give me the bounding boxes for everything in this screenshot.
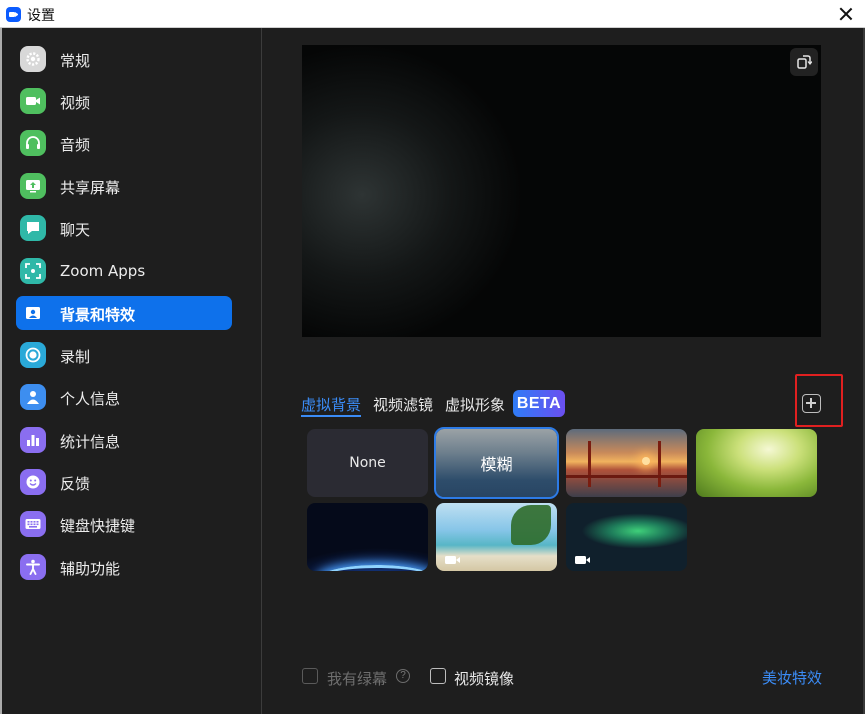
sidebar-item-label: 音频 xyxy=(60,136,91,154)
record-icon xyxy=(20,342,46,368)
sidebar-item-audio[interactable]: 音频 xyxy=(16,126,232,160)
sidebar-item-accessibility[interactable]: 辅助功能 xyxy=(16,550,232,584)
gear-icon xyxy=(20,46,46,72)
background-grass[interactable] xyxy=(696,429,817,497)
apps-icon xyxy=(20,258,46,284)
bridge-tower xyxy=(588,441,591,487)
accessibility-icon xyxy=(20,554,46,580)
sidebar-item-background-effects[interactable]: 背景和特效 xyxy=(16,296,232,330)
sidebar-item-feedback[interactable]: 反馈 xyxy=(16,465,232,499)
sidebar-item-label: 个人信息 xyxy=(60,390,121,408)
active-tab-indicator xyxy=(301,415,361,417)
video-icon xyxy=(575,556,590,564)
rotate-camera-button[interactable] xyxy=(790,48,818,76)
background-person-icon xyxy=(20,300,46,326)
video-icon xyxy=(445,556,460,564)
sidebar-item-share-screen[interactable]: 共享屏幕 xyxy=(16,169,232,203)
sidebar-item-zoom-apps[interactable]: Zoom Apps xyxy=(16,254,232,288)
keyboard-icon xyxy=(20,511,46,537)
sun-shape xyxy=(642,457,650,465)
background-earth-from-space[interactable] xyxy=(307,503,428,571)
sidebar-item-video[interactable]: 视频 xyxy=(16,84,232,118)
headphones-icon xyxy=(20,130,46,156)
sidebar-item-label: 共享屏幕 xyxy=(60,179,121,197)
tab-video-filters[interactable]: 视频滤镜 xyxy=(373,394,433,415)
sidebar-item-label: 常规 xyxy=(60,52,91,70)
video-camera-icon xyxy=(20,88,46,114)
sidebar-item-label: 统计信息 xyxy=(60,433,121,451)
sidebar-item-label: 视频 xyxy=(60,94,91,112)
background-golden-gate-bridge[interactable] xyxy=(566,429,687,497)
beauty-effects-link[interactable]: 美妆特效 xyxy=(762,667,822,688)
sidebar-divider xyxy=(261,28,262,714)
background-aurora[interactable] xyxy=(566,503,687,571)
person-icon xyxy=(20,384,46,410)
background-beach[interactable] xyxy=(436,503,557,571)
bridge-deck xyxy=(566,475,687,478)
smiley-icon xyxy=(20,469,46,495)
sidebar-item-keyboard-shortcuts[interactable]: 键盘快捷键 xyxy=(16,507,232,541)
sidebar-item-profile[interactable]: 个人信息 xyxy=(16,380,232,414)
sidebar-item-general[interactable]: 常规 xyxy=(16,42,232,76)
palm-tree xyxy=(511,505,551,545)
mirror-video-label: 视频镜像 xyxy=(454,670,515,688)
background-none[interactable]: None xyxy=(307,429,428,497)
thumbnail-label: 模糊 xyxy=(480,455,513,474)
sidebar-item-recording[interactable]: 录制 xyxy=(16,338,232,372)
thumbnail-label: None xyxy=(349,455,386,471)
bridge-tower xyxy=(658,441,661,487)
sidebar-item-label: 背景和特效 xyxy=(60,306,136,324)
red-highlight-box xyxy=(795,374,843,427)
title-bar: 设置 xyxy=(0,0,865,28)
sidebar-item-chat[interactable]: 聊天 xyxy=(16,211,232,245)
window-title: 设置 xyxy=(27,8,55,24)
chat-bubble-icon xyxy=(20,215,46,241)
sidebar-item-label: 聊天 xyxy=(60,221,91,239)
bar-chart-icon xyxy=(20,427,46,453)
sidebar-item-label: 键盘快捷键 xyxy=(60,517,136,535)
sidebar-item-label: 辅助功能 xyxy=(60,560,121,578)
background-blur[interactable]: 模糊 xyxy=(434,427,559,499)
sidebar-item-label: 录制 xyxy=(60,348,91,366)
close-button[interactable] xyxy=(835,3,857,25)
tab-avatars[interactable]: 虚拟形象 xyxy=(445,394,505,415)
share-screen-icon xyxy=(20,173,46,199)
sidebar-item-label: 反馈 xyxy=(60,475,91,493)
help-icon[interactable]: ? xyxy=(396,669,410,683)
camera-preview xyxy=(302,45,821,337)
settings-sidebar: 常规 视频 音频 共享屏幕 聊天 Zoom Apps 背景和特效 录制 个人信息… xyxy=(2,28,261,714)
tab-virtual-background[interactable]: 虚拟背景 xyxy=(301,394,361,415)
mirror-video-checkbox[interactable] xyxy=(430,668,446,684)
earth-horizon xyxy=(317,565,428,571)
zoom-app-icon xyxy=(6,7,21,22)
rotate-icon xyxy=(797,55,812,69)
sidebar-item-label: Zoom Apps xyxy=(60,262,146,280)
green-screen-label: 我有绿幕 xyxy=(327,670,388,688)
sidebar-item-statistics[interactable]: 统计信息 xyxy=(16,423,232,457)
beta-badge: BETA xyxy=(513,390,565,417)
green-screen-checkbox[interactable] xyxy=(302,668,318,684)
